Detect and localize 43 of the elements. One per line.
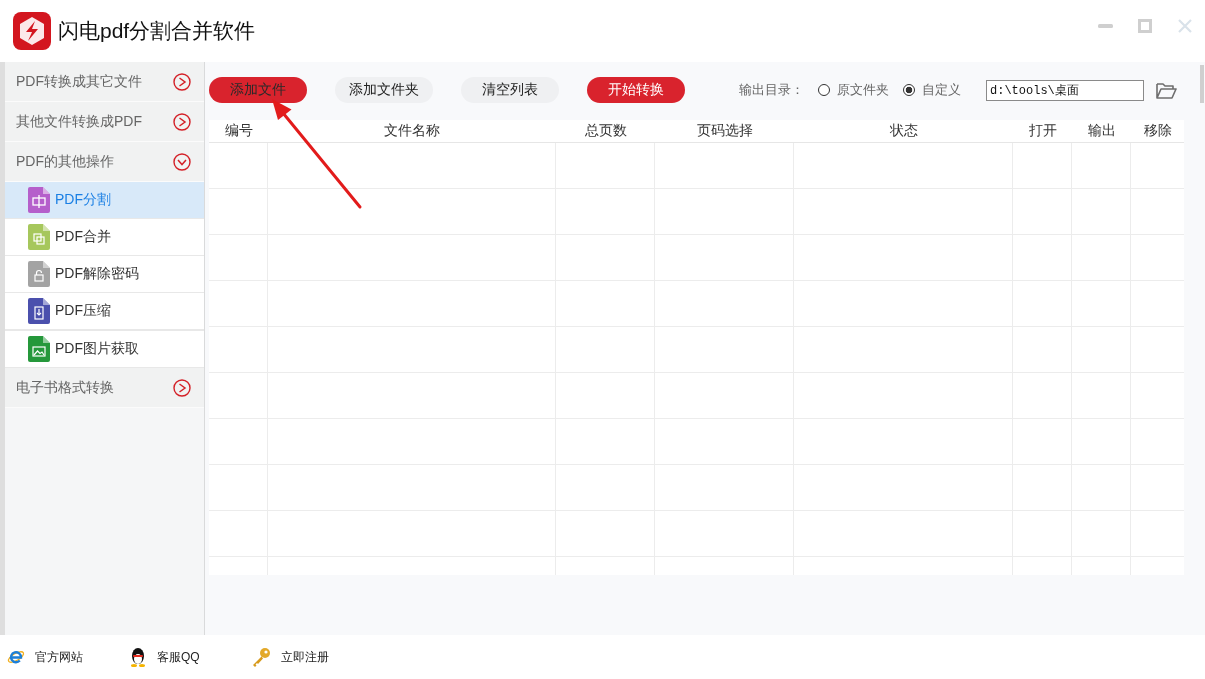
column-header: 输出 <box>1086 121 1117 140</box>
sidebar-section[interactable]: PDF的其他操作 <box>5 142 204 182</box>
toolbar-button[interactable]: 清空列表 <box>461 77 559 103</box>
column-header: 状态 <box>888 121 919 140</box>
sidebar-section[interactable]: 其他文件转换成PDF <box>5 102 204 142</box>
output-dir-label: 输出目录： <box>739 81 804 99</box>
column-header: 页码选择 <box>695 121 754 140</box>
sidebar-item[interactable]: PDF图片获取 <box>5 331 204 368</box>
column-header: 文件名称 <box>383 121 441 140</box>
document-icon <box>28 224 50 250</box>
column-header: 总页数 <box>583 121 628 140</box>
document-icon <box>28 187 50 213</box>
output-path-field[interactable]: d:\tools\桌面 <box>986 79 1144 101</box>
sidebar-item[interactable]: PDF压缩 <box>5 293 204 331</box>
close-icon <box>1178 19 1192 33</box>
radio-label[interactable]: 自定义 <box>922 81 961 99</box>
folder-icon[interactable] <box>1156 81 1177 99</box>
radio-button[interactable] <box>818 84 830 96</box>
sidebar-item[interactable]: PDF合并 <box>5 219 204 256</box>
footer-link[interactable]: 立即注册 <box>251 647 373 667</box>
toolbar-button[interactable]: 添加文件夹 <box>335 77 433 103</box>
document-icon <box>28 298 50 324</box>
penguin-icon <box>129 647 147 667</box>
sidebar-item[interactable]: PDF解除密码 <box>5 256 204 293</box>
key-icon <box>251 647 271 667</box>
column-header: 打开 <box>1027 121 1058 140</box>
minimize-icon <box>1097 24 1113 28</box>
toolbar-button[interactable]: 开始转换 <box>587 77 685 103</box>
footer-link[interactable]: 官方网站 <box>7 648 129 666</box>
sidebar-section[interactable]: PDF转换成其它文件 <box>5 62 204 102</box>
scrollbar-thumb[interactable] <box>1200 65 1204 103</box>
sidebar-section[interactable]: 电子书格式转换 <box>5 368 204 408</box>
maximize-icon <box>1138 19 1152 33</box>
footer-link[interactable]: 客服QQ <box>129 647 251 667</box>
logo-icon <box>13 12 51 50</box>
column-header: 编号 <box>223 121 254 140</box>
document-icon <box>28 261 50 287</box>
browser-icon <box>7 648 25 666</box>
window-title: 闪电pdf分割合并软件 <box>58 18 256 44</box>
radio-label[interactable]: 原文件夹 <box>837 81 889 99</box>
document-icon <box>28 336 50 362</box>
radio-button[interactable] <box>903 84 915 96</box>
column-header: 移除 <box>1142 121 1173 140</box>
